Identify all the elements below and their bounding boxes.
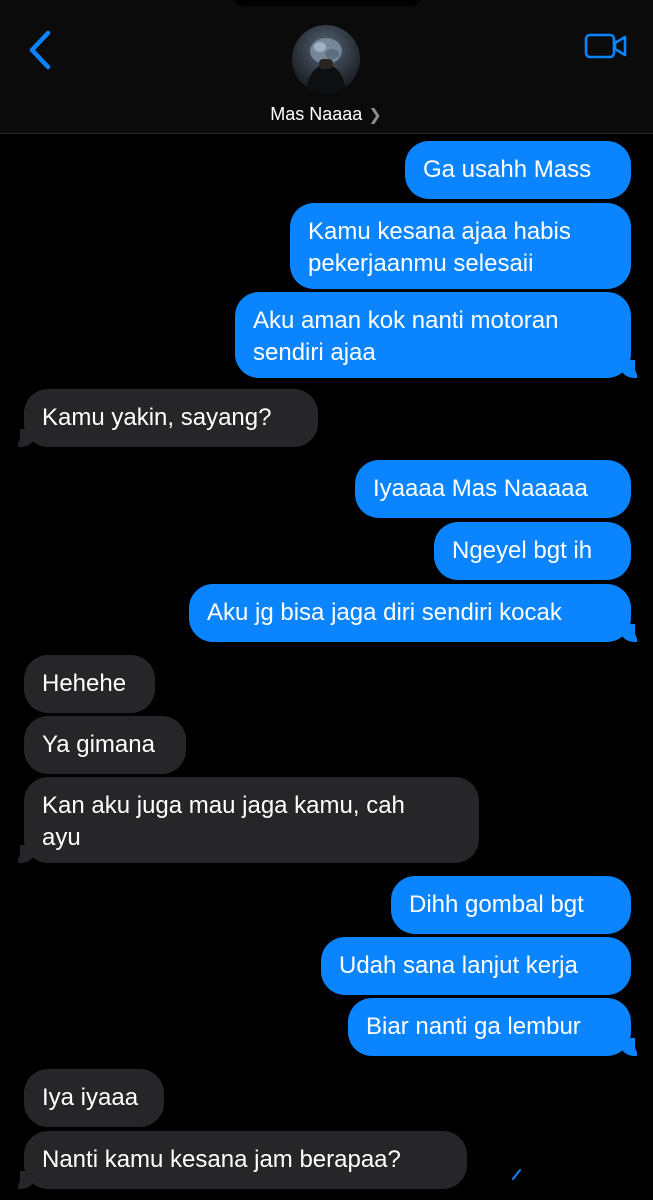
avatar <box>292 25 360 93</box>
message-text: Ngeyel bgt ih <box>452 537 593 564</box>
video-camera-icon <box>584 33 627 59</box>
bubble-tail <box>8 1169 34 1189</box>
message-text: Biar nanti ga lembur <box>366 1013 581 1040</box>
message-bubble-received[interactable]: Ya gimana <box>24 716 186 774</box>
message-bubble-sent[interactable]: Aku jg bisa jaga diri sendiri kocak <box>189 584 647 642</box>
bubble-tail <box>8 843 34 863</box>
message-bubble-received[interactable]: Kamu yakin, sayang? <box>8 389 318 447</box>
message-text: Dihh gombal bgt <box>409 891 584 918</box>
bubble-tail <box>621 358 647 378</box>
message-bubble-sent[interactable]: Biar nanti ga lembur <box>348 998 647 1056</box>
message-bubble-received[interactable]: Hehehe <box>24 655 155 713</box>
message-text: Kamu kesana ajaa habis <box>308 218 571 245</box>
contact-name: Mas Naaaa <box>270 104 363 124</box>
message-text: Kamu yakin, sayang? <box>42 404 272 431</box>
contact-info-button[interactable]: Mas Naaaa ❯ <box>226 22 426 128</box>
message-text: Udah sana lanjut kerja <box>339 952 578 979</box>
message-text: Aku jg bisa jaga diri sendiri kocak <box>207 599 562 626</box>
conversation-header: Mas Naaaa ❯ <box>0 0 653 134</box>
message-text: sendiri ajaa <box>253 339 376 366</box>
message-text: ayu <box>42 824 81 851</box>
message-bubble-sent[interactable]: Ga usahh Mass <box>405 141 631 199</box>
message-text: Nanti kamu kesana jam berapaa? <box>42 1146 401 1173</box>
video-call-button[interactable] <box>580 28 632 64</box>
message-bubble-sent[interactable]: Ngeyel bgt ih <box>434 522 631 580</box>
message-text: Kan aku juga mau jaga kamu, cah <box>42 792 405 819</box>
message-bubble-received[interactable]: Nanti kamu kesana jam berapaa? <box>8 1131 467 1189</box>
bubble-tail <box>621 622 647 642</box>
bubble-tail <box>8 427 34 447</box>
message-text: Aku aman kok nanti motoran <box>253 307 559 334</box>
message-text: Ya gimana <box>42 731 155 758</box>
message-bubble-sent[interactable]: Udah sana lanjut kerja <box>321 937 631 995</box>
device-notch <box>232 0 422 6</box>
message-bubble-sent[interactable]: Aku aman kok nanti motoran sendiri ajaa <box>235 292 647 378</box>
message-text: Ga usahh Mass <box>423 156 592 183</box>
chevron-right-icon: ❯ <box>368 107 382 124</box>
chevron-left-icon <box>29 30 51 70</box>
message-bubble-received[interactable]: Kan aku juga mau jaga kamu, cah ayu <box>8 777 479 863</box>
message-text: Iya iyaaa <box>42 1084 139 1111</box>
cursor-mark-icon <box>512 1169 521 1180</box>
message-text: pekerjaanmu selesaii <box>308 250 534 277</box>
message-bubble-sent[interactable]: Dihh gombal bgt <box>391 876 631 934</box>
back-button[interactable] <box>20 28 60 72</box>
message-bubble-received[interactable]: Iya iyaaa <box>24 1069 164 1127</box>
contact-name-row: Mas Naaaa ❯ <box>226 104 426 125</box>
message-bubble-sent[interactable]: Kamu kesana ajaa habis pekerjaanmu seles… <box>290 203 631 289</box>
message-bubble-sent[interactable]: Iyaaaa Mas Naaaaa <box>355 460 631 518</box>
message-text: Iyaaaa Mas Naaaaa <box>373 475 588 502</box>
bubble-tail <box>621 1036 647 1056</box>
message-text: Hehehe <box>42 670 127 697</box>
